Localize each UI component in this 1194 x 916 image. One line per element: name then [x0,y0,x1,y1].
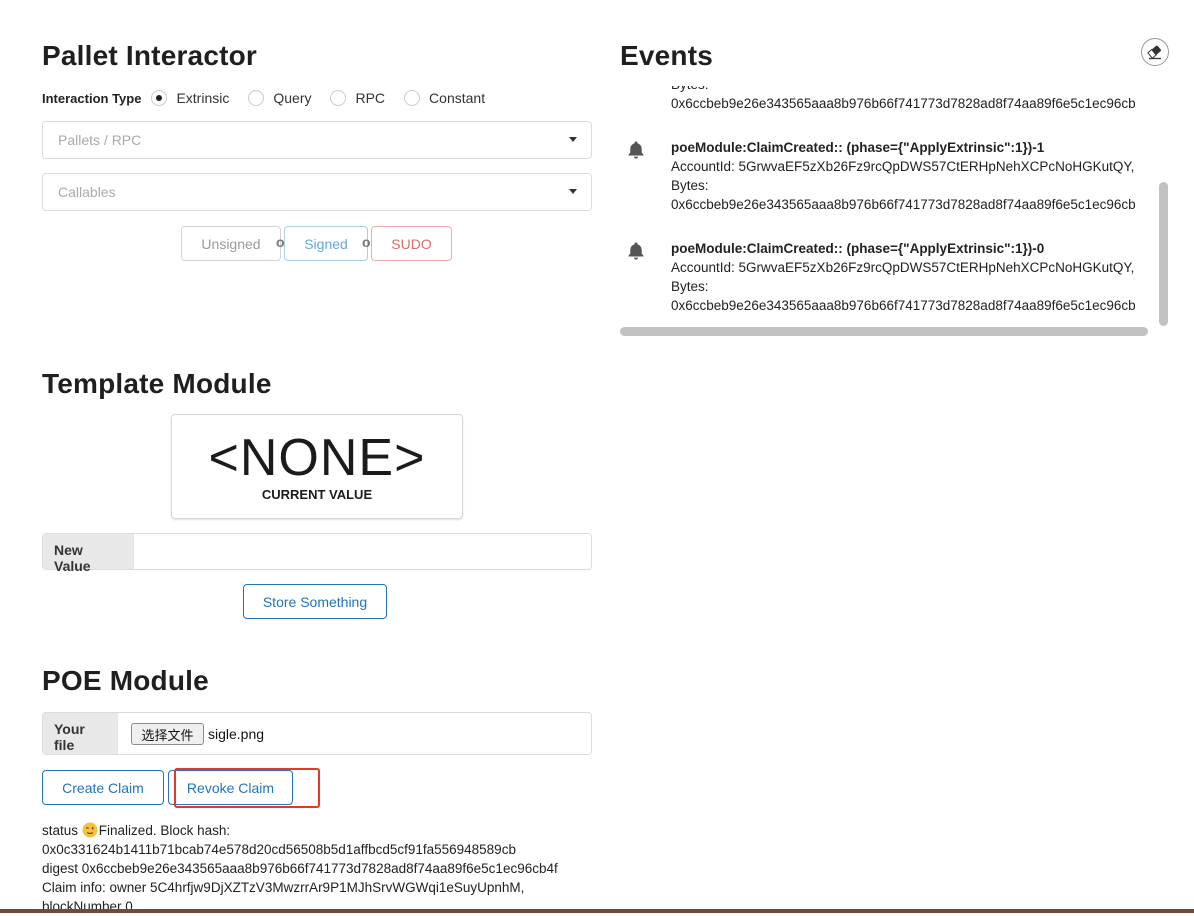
unsigned-button[interactable]: Unsigned [181,226,281,261]
new-value-input[interactable] [135,534,591,569]
callables-select[interactable]: Callables [42,173,592,211]
new-value-field[interactable]: New Value [42,533,592,574]
interaction-type-label: Interaction Type [42,90,142,106]
radio-constant[interactable]: Constant [404,90,485,106]
clear-events-button[interactable] [1141,38,1169,66]
caret-down-icon [569,189,577,194]
new-value-label: New Value [43,534,134,574]
status-text: Finalized. Block hash: [98,823,231,838]
events-vertical-scrollbar[interactable] [1159,182,1168,326]
claim-info: Claim info: owner 5C4hrfjw9DjXZTzV3Mwzrr… [42,880,525,895]
radio-query[interactable]: Query [248,90,311,106]
window-bottom-edge [0,909,1194,913]
digest: digest 0x6ccbeb9e26e343565aaa8b976b66f74… [42,861,558,876]
callables-select-placeholder: Callables [58,184,116,200]
choose-file-button[interactable]: 选择文件 [131,723,204,745]
template-module-title: Template Module [42,368,272,399]
radio-constant-dot[interactable] [404,90,421,106]
eraser-icon[interactable] [1141,38,1169,66]
poe-module-title: POE Module [42,665,209,696]
radio-rpc[interactable]: RPC [330,90,385,106]
radio-constant-label[interactable]: Constant [429,90,485,106]
event-account: AccountId: 5GrwvaEF5zXb26Fz9rcQpDWS57CtE… [671,159,1135,174]
current-value-label: CURRENT VALUE [261,487,373,502]
event-title: poeModule:ClaimCreated:: (phase={"ApplyE… [671,140,1045,155]
events-horizontal-scrollbar[interactable] [620,327,1148,336]
event-bytes: 0x6ccbeb9e26e343565aaa8b976b66f741773d78… [671,96,1136,111]
block-hash: 0x0c331624b1411b71bcab74e578d20cd56508b5… [42,842,516,857]
event-bytes-label: Bytes: [671,86,1136,94]
create-claim-button[interactable]: Create Claim [42,770,164,805]
events-title: Events [620,40,714,71]
radio-rpc-dot[interactable] [330,90,347,106]
event-bytes-label: Bytes: [671,279,709,294]
pallet-interactor-title: Pallet Interactor [42,40,258,71]
event-title: poeModule:ClaimCreated:: (phase={"ApplyE… [671,241,1045,256]
store-something-button[interactable]: Store Something [243,584,387,619]
file-field[interactable]: Your file [42,712,592,755]
current-value: <NONE> [208,429,426,487]
radio-rpc-label[interactable]: RPC [355,90,385,106]
bell-icon [628,141,644,159]
current-value-statistic: <NONE> CURRENT VALUE [171,414,463,519]
radio-extrinsic-label[interactable]: Extrinsic [176,90,229,106]
radio-extrinsic[interactable]: Extrinsic [151,90,229,106]
interaction-type-group: Interaction Type Extrinsic Query RPC Con… [42,88,504,108]
event-bytes-label: Bytes: [671,178,709,193]
winking-face-icon [82,822,98,838]
event-bytes: 0x6ccbeb9e26e343565aaa8b976b66f741773d78… [671,197,1136,212]
selected-file-name: sigle.png [208,726,265,742]
pallet-select[interactable]: Pallets / RPC [42,121,592,159]
radio-query-dot[interactable] [248,90,265,106]
event-bytes: 0x6ccbeb9e26e343565aaa8b976b66f741773d78… [671,298,1136,313]
status-prefix: status [42,823,79,838]
transaction-status: status Finalized. Block hash: 0x0c331624… [42,821,558,916]
signed-button[interactable]: Signed [284,226,368,261]
annotation-highlight-box [174,768,320,808]
events-feed[interactable]: Bytes: 0x6ccbeb9e26e343565aaa8b976b66f74… [620,86,1168,338]
bell-icon [628,242,644,260]
radio-extrinsic-dot[interactable] [151,90,168,106]
block-number: blockNumber 0 [42,899,133,914]
event-account: AccountId: 5GrwvaEF5zXb26Fz9rcQpDWS57CtE… [671,260,1135,275]
your-file-label: Your file [43,713,118,754]
pallet-select-placeholder: Pallets / RPC [58,132,142,148]
caret-down-icon [569,137,577,142]
radio-query-label[interactable]: Query [273,90,311,106]
sudo-button[interactable]: SUDO [371,226,452,261]
